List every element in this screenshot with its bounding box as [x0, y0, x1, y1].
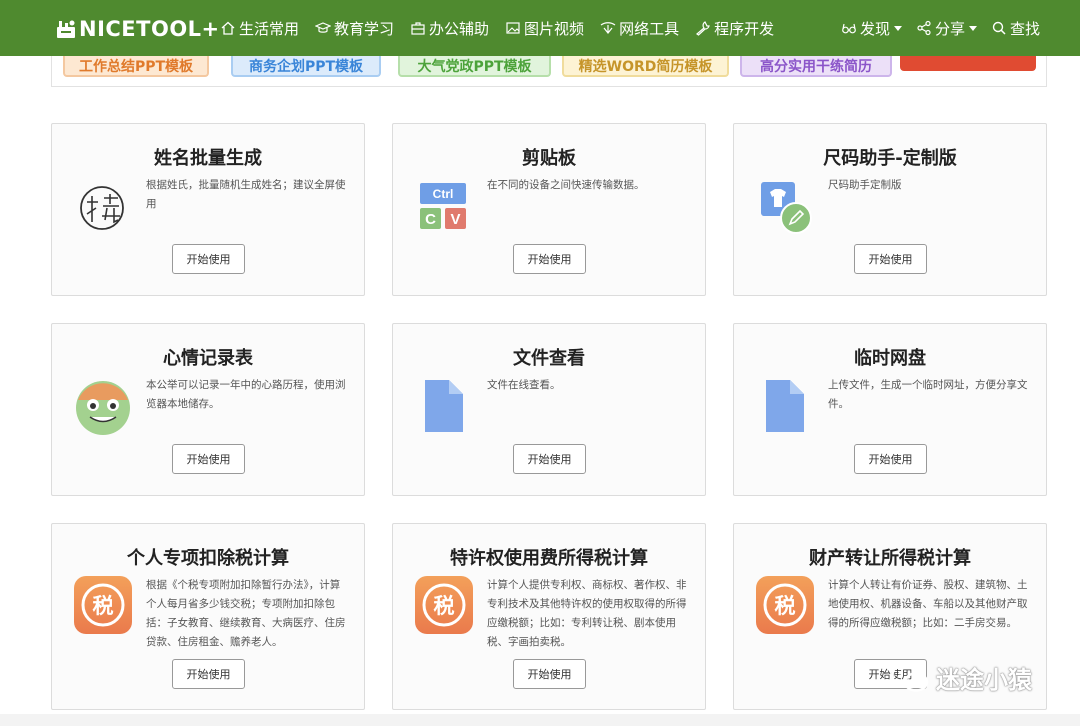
- start-button[interactable]: 开始使用: [854, 244, 927, 274]
- card-title: 文件查看: [513, 348, 585, 369]
- card-description: 在不同的设备之间快速传输数据。: [487, 179, 645, 191]
- name-seal-icon: [80, 186, 124, 230]
- nav-right-label: 分享: [934, 19, 965, 38]
- card-description: 尺码助手定制版: [828, 179, 902, 191]
- nav-item-office[interactable]: 办公辅助: [410, 18, 489, 39]
- card-title: 剪贴板: [522, 148, 576, 169]
- tax-icon: 税: [74, 576, 132, 634]
- nav-item-label: 网络工具: [619, 19, 680, 38]
- tool-card-name-generator: 姓名批量生成 根据姓氏，批量随机生成姓名；建议全屏使用 开始使用: [51, 123, 365, 296]
- chevron-down-icon: [893, 25, 902, 31]
- banner-tag[interactable]: 工作总结PPT模板: [63, 56, 209, 77]
- card-description: 计算个人提供专利权、商标权、著作权、非专利技术及其他特许权的使用权取得的所得应缴…: [487, 579, 687, 648]
- nav-item-label: 生活常用: [239, 19, 300, 38]
- chevron-down-icon: [968, 25, 977, 31]
- card-title: 尺码助手-定制版: [823, 148, 957, 169]
- card-title: 临时网盘: [854, 348, 926, 369]
- briefcase-icon: [411, 22, 425, 35]
- ctrl-key-label: Ctrl: [433, 187, 454, 201]
- image-icon: [506, 22, 520, 34]
- nav-item-network[interactable]: 网络工具: [600, 18, 679, 39]
- card-description: 上传文件，生成一个临时网址，方便分享文件。: [828, 379, 1028, 410]
- home-icon: [221, 21, 235, 35]
- tool-card-mood-log: 心情记录表 本公举可以记录一年中的心路历程，使用浏览器本地储存。 开始使用: [51, 323, 365, 496]
- site-logo[interactable]: NICETOOL+: [56, 15, 220, 43]
- tool-card-file-viewer: 文件查看 文件在线查看。 开始使用: [392, 323, 706, 496]
- network-icon: [600, 22, 616, 34]
- start-button[interactable]: 开始使用: [513, 444, 586, 474]
- nav-item-label: 教育学习: [334, 19, 395, 38]
- card-description: 根据姓氏，批量随机生成姓名；建议全屏使用: [146, 179, 346, 210]
- page-bottom-edge: [0, 714, 1080, 726]
- start-button[interactable]: 开始使用: [172, 659, 245, 689]
- tool-card-temp-drive: 临时网盘 上传文件，生成一个临时网址，方便分享文件。 开始使用: [733, 323, 1047, 496]
- share-icon: [917, 20, 931, 36]
- card-title: 姓名批量生成: [154, 148, 262, 169]
- file-icon: [425, 380, 463, 432]
- graduation-cap-icon: [315, 22, 332, 33]
- start-button[interactable]: 开始使用: [854, 444, 927, 474]
- logo-text: NICETOOL+: [79, 17, 220, 41]
- search-icon: [992, 21, 1006, 35]
- wechat-watermark: 迷途小猿: [890, 660, 1032, 695]
- nav-share-dropdown[interactable]: 分享: [916, 18, 977, 39]
- tool-card-royalty-tax: 特许权使用费所得税计算 税 计算个人提供专利权、商标权、著作权、非专利技术及其他…: [392, 523, 706, 710]
- v-key-label: V: [450, 211, 460, 228]
- logo-mark-icon: [57, 20, 75, 38]
- template-ad-banner: 工作总结PPT模板 商务企划PPT模板 大气党政PPT模板 精选WORD简历模板…: [51, 56, 1047, 87]
- main-nav: 生活常用 教育学习 办公辅助 图片视频 网络工具 程序开发: [220, 0, 790, 56]
- nav-item-education[interactable]: 教育学习: [315, 18, 394, 39]
- file-icon: [766, 380, 804, 432]
- nav-item-dev[interactable]: 程序开发: [695, 18, 774, 39]
- banner-tag[interactable]: 大气党政PPT模板: [398, 56, 551, 77]
- nav-item-life[interactable]: 生活常用: [220, 18, 299, 39]
- tshirt-edit-icon: [761, 182, 812, 234]
- tax-label: 税: [434, 594, 455, 618]
- start-button[interactable]: 开始使用: [513, 659, 586, 689]
- start-button[interactable]: 开始使用: [172, 244, 245, 274]
- c-key-label: C: [425, 211, 436, 228]
- card-title: 财产转让所得税计算: [809, 548, 971, 569]
- banner-tag[interactable]: 商务企划PPT模板: [231, 56, 381, 77]
- tool-card-clipboard: 剪贴板 Ctrl C V 在不同的设备之间快速传输数据。 开始使用: [392, 123, 706, 296]
- wechat-icon: [890, 663, 929, 692]
- nav-right: 发现 分享 查找: [827, 0, 1040, 56]
- banner-red-tag[interactable]: [900, 56, 1036, 71]
- card-title: 个人专项扣除税计算: [127, 548, 289, 569]
- glasses-icon: [842, 23, 856, 34]
- clipboard-ctrl-cv-icon: Ctrl C V: [420, 183, 466, 229]
- watermark-text: 迷途小猿: [936, 666, 1032, 694]
- nav-discover-dropdown[interactable]: 发现: [841, 18, 902, 39]
- nav-item-label: 程序开发: [714, 19, 775, 38]
- banner-tag[interactable]: 高分实用干练简历: [740, 56, 892, 77]
- top-nav-bar: NICETOOL+ 生活常用 教育学习 办公辅助 图片视频 网络工具 程序开发: [0, 0, 1080, 56]
- tool-card-size-helper: 尺码助手-定制版 尺码助手定制版 开始使用: [733, 123, 1047, 296]
- card-description: 文件在线查看。: [487, 379, 561, 391]
- tool-card-personal-tax: 个人专项扣除税计算 税 根据《个税专项附加扣除暂行办法》，计算个人每月省多少钱交…: [51, 523, 365, 710]
- card-title: 特许权使用费所得税计算: [450, 548, 648, 569]
- tax-label: 税: [93, 594, 114, 618]
- nav-search-link[interactable]: 查找: [991, 18, 1040, 39]
- nav-item-media[interactable]: 图片视频: [505, 18, 584, 39]
- card-description: 计算个人转让有价证券、股权、建筑物、土地使用权、机器设备、车船以及其他财产取得的…: [828, 579, 1028, 629]
- nav-item-label: 图片视频: [524, 19, 585, 38]
- tax-icon: 税: [756, 576, 814, 634]
- tax-icon: 税: [415, 576, 473, 634]
- card-description: 本公举可以记录一年中的心路历程，使用浏览器本地储存。: [146, 379, 346, 410]
- card-title: 心情记录表: [163, 348, 253, 369]
- card-description: 根据《个税专项附加扣除暂行办法》，计算个人每月省多少钱交税；专项附加扣除包括：子…: [146, 579, 346, 648]
- smiley-face-icon: [76, 381, 130, 435]
- tax-label: 税: [775, 594, 796, 618]
- wrench-icon: [696, 21, 710, 36]
- banner-tag[interactable]: 精选WORD简历模板: [562, 56, 729, 77]
- start-button[interactable]: 开始使用: [172, 444, 245, 474]
- nav-right-label: 发现: [859, 19, 890, 38]
- nav-right-label: 查找: [1009, 19, 1040, 38]
- nav-item-label: 办公辅助: [429, 19, 490, 38]
- start-button[interactable]: 开始使用: [513, 244, 586, 274]
